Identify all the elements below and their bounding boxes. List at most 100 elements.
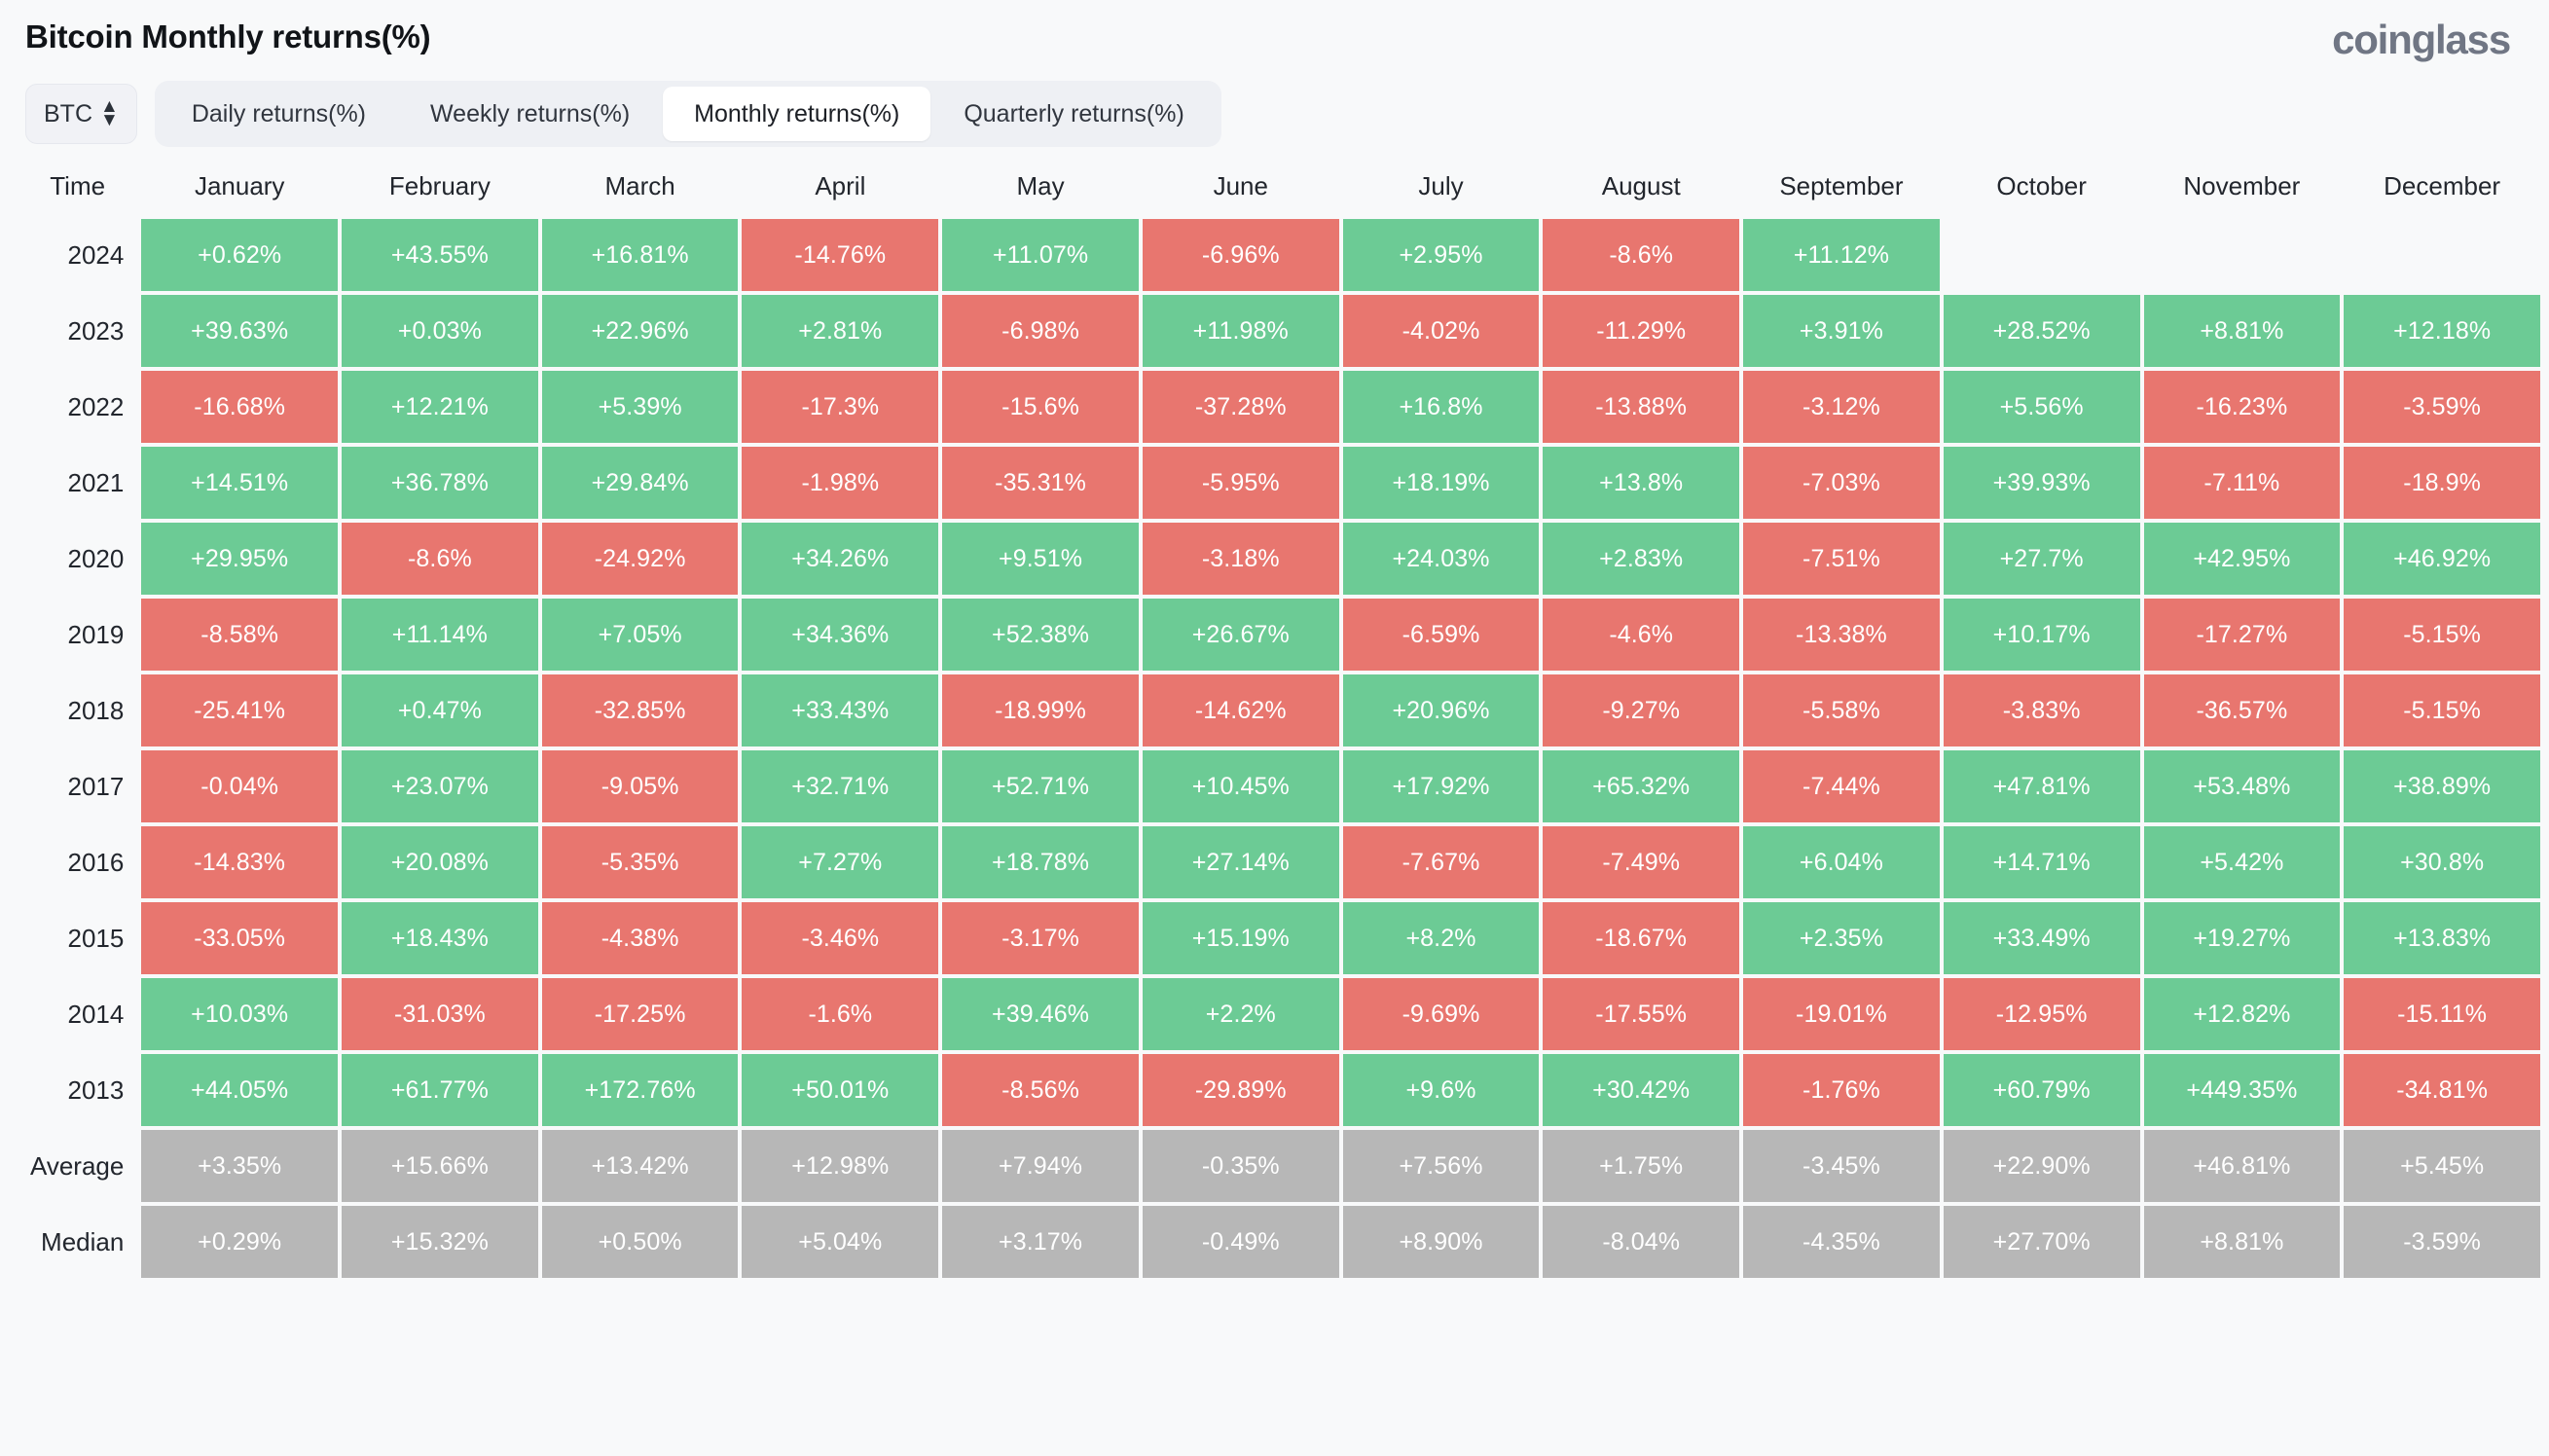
return-cell[interactable]: -34.81%	[2344, 1054, 2540, 1126]
return-cell[interactable]: -19.01%	[1743, 978, 1940, 1050]
return-cell[interactable]: +11.98%	[1142, 295, 1339, 367]
return-cell[interactable]: -6.59%	[1342, 599, 1540, 671]
return-cell[interactable]: +52.38%	[942, 599, 1139, 671]
return-cell[interactable]: +15.32%	[342, 1206, 538, 1278]
tab-monthly-returns[interactable]: Monthly returns(%)	[663, 87, 931, 141]
return-cell[interactable]: -25.41%	[141, 674, 339, 746]
return-cell[interactable]: +27.7%	[1943, 523, 2140, 595]
tab-weekly-returns[interactable]: Weekly returns(%)	[399, 87, 661, 141]
return-cell[interactable]: +9.51%	[942, 523, 1139, 595]
return-cell[interactable]: -6.98%	[942, 295, 1139, 367]
return-cell[interactable]: -18.67%	[1543, 902, 1740, 974]
tab-quarterly-returns[interactable]: Quarterly returns(%)	[932, 87, 1215, 141]
return-cell[interactable]: -29.89%	[1142, 1054, 1339, 1126]
return-cell[interactable]: -13.38%	[1743, 599, 1940, 671]
return-cell[interactable]: +44.05%	[141, 1054, 339, 1126]
return-cell[interactable]: -1.6%	[742, 978, 939, 1050]
return-cell[interactable]: -36.57%	[2143, 674, 2341, 746]
return-cell[interactable]: -17.25%	[541, 978, 739, 1050]
return-cell[interactable]: -18.99%	[942, 674, 1139, 746]
return-cell[interactable]: -3.12%	[1743, 371, 1940, 443]
return-cell[interactable]: +13.83%	[2344, 902, 2540, 974]
return-cell[interactable]: +11.07%	[942, 219, 1139, 291]
return-cell[interactable]: +0.29%	[141, 1206, 339, 1278]
return-cell[interactable]: -7.11%	[2143, 447, 2341, 519]
return-cell[interactable]: +7.56%	[1342, 1130, 1540, 1202]
return-cell[interactable]: +5.45%	[2344, 1130, 2540, 1202]
return-cell[interactable]: +9.6%	[1342, 1054, 1540, 1126]
return-cell[interactable]: -35.31%	[942, 447, 1139, 519]
return-cell[interactable]: +14.51%	[141, 447, 339, 519]
return-cell[interactable]: +13.8%	[1543, 447, 1740, 519]
return-cell[interactable]: +19.27%	[2143, 902, 2341, 974]
return-cell[interactable]: +47.81%	[1943, 750, 2140, 822]
return-cell[interactable]: +12.82%	[2143, 978, 2341, 1050]
return-cell[interactable]: -8.58%	[141, 599, 339, 671]
return-cell[interactable]: +39.46%	[942, 978, 1139, 1050]
return-cell[interactable]: +22.96%	[541, 295, 739, 367]
return-cell[interactable]: -4.02%	[1342, 295, 1540, 367]
return-cell[interactable]: -3.59%	[2344, 1206, 2540, 1278]
return-cell[interactable]: +20.08%	[342, 826, 538, 898]
return-cell[interactable]: -3.45%	[1743, 1130, 1940, 1202]
return-cell[interactable]: +33.49%	[1943, 902, 2140, 974]
return-cell[interactable]: +10.03%	[141, 978, 339, 1050]
return-cell[interactable]: -6.96%	[1142, 219, 1339, 291]
return-cell[interactable]: +18.78%	[942, 826, 1139, 898]
return-cell[interactable]: -8.6%	[342, 523, 538, 595]
return-cell[interactable]: +30.42%	[1543, 1054, 1740, 1126]
return-cell[interactable]: -4.6%	[1543, 599, 1740, 671]
return-cell[interactable]: -7.44%	[1743, 750, 1940, 822]
return-cell[interactable]: +34.26%	[742, 523, 939, 595]
return-cell[interactable]: -5.95%	[1142, 447, 1339, 519]
return-cell[interactable]: +33.43%	[742, 674, 939, 746]
return-cell[interactable]: +16.8%	[1342, 371, 1540, 443]
return-cell[interactable]: +11.14%	[342, 599, 538, 671]
return-cell[interactable]: +52.71%	[942, 750, 1139, 822]
return-cell[interactable]: -14.83%	[141, 826, 339, 898]
return-cell[interactable]: -9.05%	[541, 750, 739, 822]
return-cell[interactable]: +3.91%	[1743, 295, 1940, 367]
return-cell[interactable]	[2344, 219, 2540, 291]
return-cell[interactable]: +7.27%	[742, 826, 939, 898]
return-cell[interactable]: +28.52%	[1943, 295, 2140, 367]
return-cell[interactable]: +29.84%	[541, 447, 739, 519]
return-cell[interactable]: +30.8%	[2344, 826, 2540, 898]
return-cell[interactable]: -7.51%	[1743, 523, 1940, 595]
return-cell[interactable]: +13.42%	[541, 1130, 739, 1202]
return-cell[interactable]: +27.14%	[1142, 826, 1339, 898]
return-cell[interactable]: -31.03%	[342, 978, 538, 1050]
return-cell[interactable]: +22.90%	[1943, 1130, 2140, 1202]
return-cell[interactable]: +46.92%	[2344, 523, 2540, 595]
return-cell[interactable]: +8.2%	[1342, 902, 1540, 974]
return-cell[interactable]	[2144, 219, 2341, 291]
return-cell[interactable]: +15.66%	[342, 1130, 538, 1202]
return-cell[interactable]: -5.15%	[2344, 599, 2540, 671]
return-cell[interactable]: +14.71%	[1943, 826, 2140, 898]
return-cell[interactable]: +23.07%	[342, 750, 538, 822]
return-cell[interactable]: +16.81%	[541, 219, 739, 291]
return-cell[interactable]: -3.46%	[742, 902, 939, 974]
return-cell[interactable]: -7.67%	[1342, 826, 1540, 898]
return-cell[interactable]: -4.35%	[1743, 1206, 1940, 1278]
return-cell[interactable]: -14.76%	[742, 219, 939, 291]
return-cell[interactable]: +2.95%	[1342, 219, 1540, 291]
return-cell[interactable]: +11.12%	[1743, 219, 1940, 291]
return-cell[interactable]: +29.95%	[141, 523, 339, 595]
symbol-select[interactable]: BTC ▲ ▼	[25, 84, 137, 144]
return-cell[interactable]: -5.58%	[1743, 674, 1940, 746]
return-cell[interactable]: +36.78%	[342, 447, 538, 519]
return-cell[interactable]: +172.76%	[541, 1054, 739, 1126]
return-cell[interactable]: -17.55%	[1543, 978, 1740, 1050]
return-cell[interactable]: +42.95%	[2143, 523, 2341, 595]
return-cell[interactable]: +43.55%	[342, 219, 538, 291]
tab-daily-returns[interactable]: Daily returns(%)	[161, 87, 397, 141]
return-cell[interactable]: -17.3%	[742, 371, 939, 443]
return-cell[interactable]: +39.63%	[141, 295, 339, 367]
return-cell[interactable]: +39.93%	[1943, 447, 2140, 519]
return-cell[interactable]: +6.04%	[1743, 826, 1940, 898]
return-cell[interactable]: +10.17%	[1943, 599, 2140, 671]
return-cell[interactable]: +38.89%	[2344, 750, 2540, 822]
return-cell[interactable]: +15.19%	[1142, 902, 1339, 974]
return-cell[interactable]: +34.36%	[742, 599, 939, 671]
